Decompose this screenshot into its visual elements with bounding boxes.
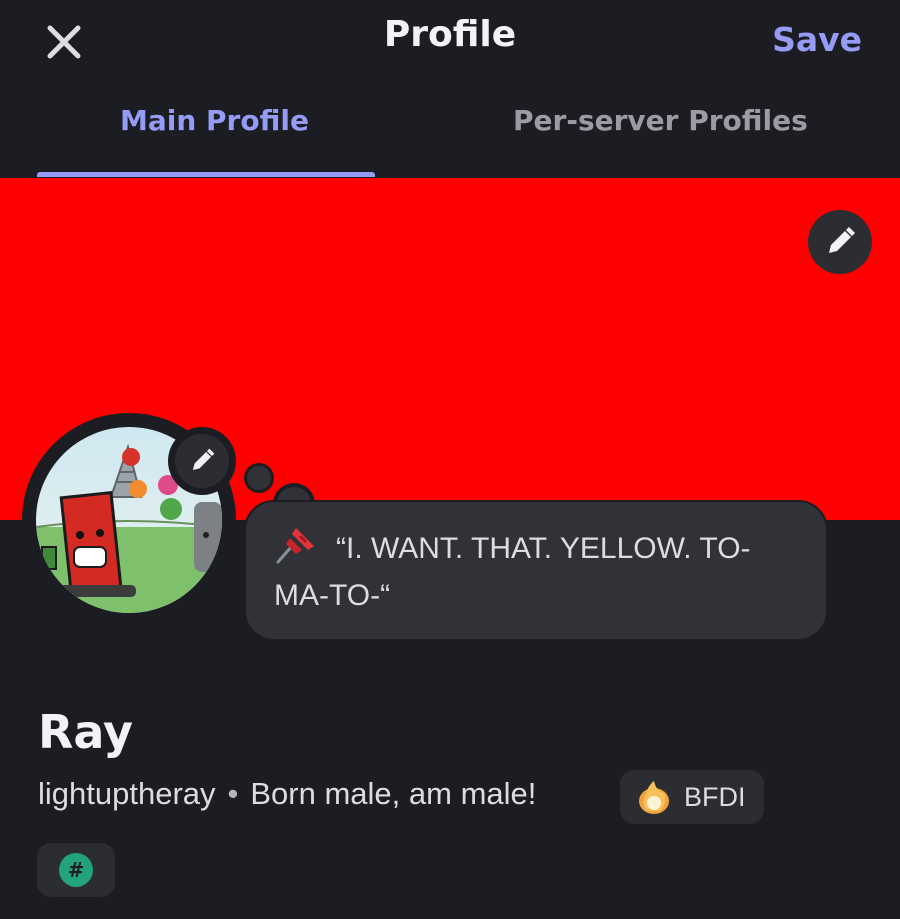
profile-badge[interactable]: # xyxy=(37,843,115,897)
profile-tabs: Main Profile Per-server Profiles xyxy=(0,80,900,178)
edit-avatar-button[interactable] xyxy=(168,427,236,495)
pencil-icon xyxy=(829,227,855,253)
display-name: Ray xyxy=(38,705,134,759)
custom-status-text: “I. WANT. THAT. YELLOW. TO-MA-TO-“ xyxy=(274,532,751,612)
custom-status-bubble[interactable]: “I. WANT. THAT. YELLOW. TO-MA-TO-“ xyxy=(244,500,828,641)
flame-badge-icon xyxy=(639,781,669,814)
header: Profile Save xyxy=(0,0,900,80)
active-tab-indicator xyxy=(37,172,375,177)
edit-avatar-button-bg xyxy=(175,434,229,488)
pronouns: Born male, am male! xyxy=(250,776,537,811)
profile-subline: lightuptheray • Born male, am male! xyxy=(38,776,536,812)
pencil-icon xyxy=(192,448,215,471)
save-button[interactable]: Save xyxy=(772,20,862,59)
tab-main-profile[interactable]: Main Profile xyxy=(120,104,309,137)
username: lightuptheray xyxy=(38,776,216,811)
edit-banner-button[interactable] xyxy=(808,210,872,274)
server-tag-label: BFDI xyxy=(684,781,746,812)
separator-dot: • xyxy=(227,776,239,811)
page-title: Profile xyxy=(383,14,517,55)
pushpin-icon xyxy=(276,528,314,564)
custom-status-content: “I. WANT. THAT. YELLOW. TO-MA-TO-“ xyxy=(274,524,796,619)
tab-per-server-profiles[interactable]: Per-server Profiles xyxy=(513,104,808,137)
hashtag-icon: # xyxy=(59,853,93,887)
thought-bubble-dot-small xyxy=(244,463,274,493)
server-tag-badge[interactable]: BFDI xyxy=(620,770,764,824)
